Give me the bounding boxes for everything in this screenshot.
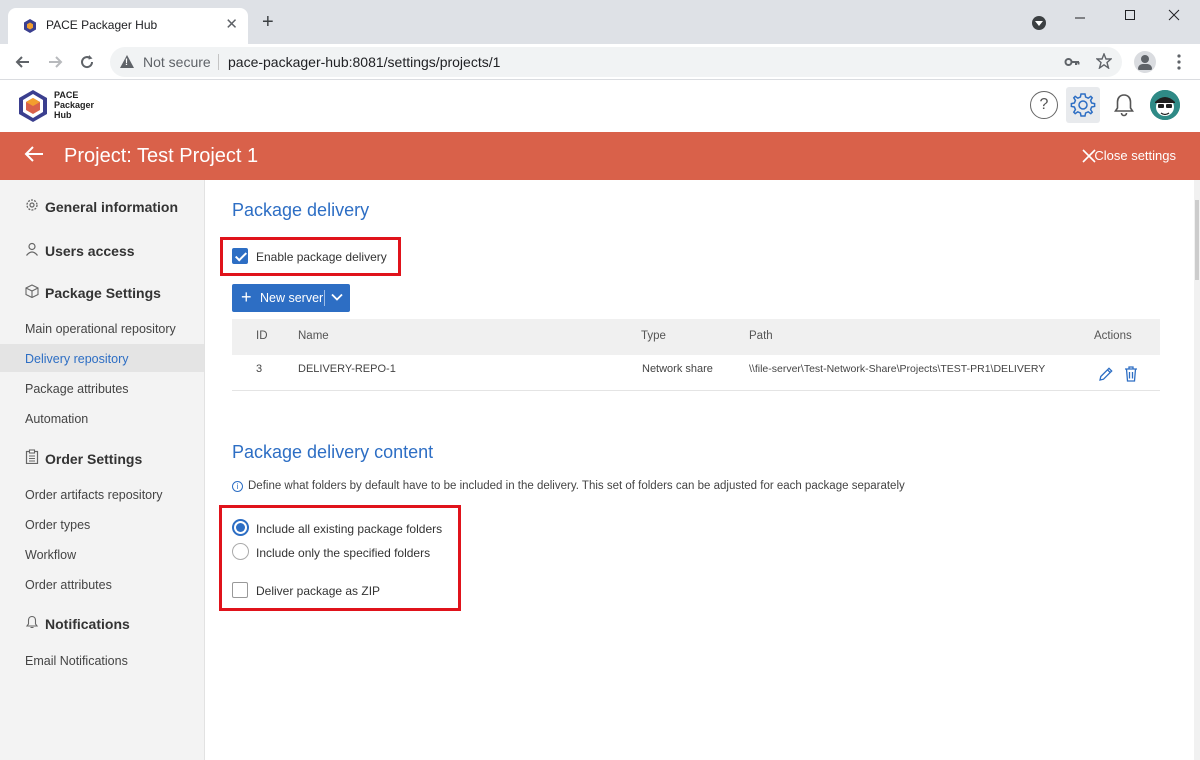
column-header-name[interactable]: Name (298, 330, 329, 342)
logo-line-1: PACE (54, 90, 79, 100)
sidebar-item-workflow[interactable]: Workflow (25, 548, 76, 562)
cell-name: DELIVERY-REPO-1 (298, 363, 396, 375)
url-divider (218, 54, 219, 70)
app-header: PACE Packager Hub ? (0, 81, 1200, 132)
bookmark-star-icon[interactable] (1096, 53, 1112, 69)
minimize-icon[interactable] (1074, 12, 1086, 24)
pace-logo-icon[interactable] (18, 89, 48, 123)
maximize-icon[interactable] (1124, 9, 1136, 21)
user-icon (26, 242, 38, 256)
browser-tab[interactable]: PACE Packager Hub ✕ (8, 8, 248, 44)
settings-button[interactable] (1066, 87, 1100, 123)
settings-sidebar: General information Users access Package… (0, 180, 205, 760)
back-nav-icon[interactable] (14, 53, 32, 71)
sidebar-item-order-types[interactable]: Order types (25, 518, 90, 532)
warning-icon (120, 55, 134, 68)
logo-text: PACE Packager Hub (54, 90, 94, 120)
servers-table-header: ID Name Type Path Actions (232, 319, 1160, 355)
logo-line-2: Packager (54, 100, 95, 110)
sidebar-section-notifications[interactable]: Notifications (24, 615, 130, 632)
sidebar-section-users-access[interactable]: Users access (24, 242, 135, 259)
sidebar-label: Order Settings (45, 451, 143, 467)
page-title: Project: Test Project 1 (64, 145, 259, 167)
project-bar: Project: Test Project 1 Close settings (0, 132, 1200, 180)
sidebar-item-main-operational-repository[interactable]: Main operational repository (25, 322, 176, 336)
user-avatar[interactable] (1150, 90, 1180, 120)
new-server-button[interactable]: + New server (232, 284, 350, 312)
delivery-content-info: i Define what folders by default have to … (232, 480, 905, 492)
sidebar-item-order-artifacts-repository[interactable]: Order artifacts repository (25, 488, 163, 502)
key-icon[interactable] (1064, 55, 1080, 69)
enable-package-delivery-checkbox[interactable] (232, 248, 248, 264)
sidebar-label: Package Settings (45, 285, 161, 301)
sidebar-item-automation[interactable]: Automation (25, 412, 88, 426)
info-icon: i (232, 481, 243, 492)
url-text[interactable]: pace-packager-hub:8081/settings/projects… (228, 54, 500, 70)
include-specified-folders-label[interactable]: Include only the specified folders (256, 546, 430, 560)
cell-id: 3 (256, 363, 263, 375)
back-arrow-icon[interactable] (22, 142, 46, 166)
address-bar[interactable]: Not secure pace-packager-hub:8081/settin… (110, 47, 1122, 77)
include-all-folders-label[interactable]: Include all existing package folders (256, 522, 442, 536)
tab-search-icon[interactable] (1032, 16, 1046, 30)
close-window-icon[interactable] (1168, 9, 1180, 21)
enable-package-delivery-label[interactable]: Enable package delivery (256, 250, 387, 264)
not-secure-label: Not secure (143, 54, 211, 70)
bell-icon[interactable] (1110, 91, 1138, 119)
sidebar-label: Users access (45, 243, 135, 259)
column-header-id[interactable]: ID (256, 330, 268, 342)
table-row[interactable]: 3 DELIVERY-REPO-1 Network share \\file-s… (232, 355, 1160, 391)
help-icon[interactable]: ? (1030, 91, 1058, 119)
sidebar-item-order-attributes[interactable]: Order attributes (25, 578, 112, 592)
radio-include-specified-folders[interactable] (232, 543, 249, 560)
tab-close-icon[interactable]: ✕ (225, 15, 238, 33)
package-delivery-title: Package delivery (232, 200, 370, 220)
page-scrollbar[interactable] (1194, 180, 1200, 760)
trash-icon[interactable] (1123, 365, 1139, 383)
gear-small-icon (26, 199, 38, 211)
reload-icon[interactable] (78, 53, 96, 71)
package-icon (25, 284, 39, 298)
deliver-as-zip-checkbox[interactable] (232, 582, 248, 598)
forward-nav-icon[interactable] (46, 53, 64, 71)
sidebar-label: General information (45, 199, 179, 215)
logo-line-3: Hub (54, 110, 72, 120)
cell-path: \\file-server\Test-Network-Share\Project… (749, 363, 1046, 375)
sidebar-item-email-notifications[interactable]: Email Notifications (25, 654, 128, 668)
browser-toolbar: Not secure pace-packager-hub:8081/settin… (0, 44, 1200, 80)
profile-icon[interactable] (1134, 51, 1156, 73)
split-divider (324, 290, 325, 306)
sidebar-item-package-attributes[interactable]: Package attributes (25, 382, 129, 396)
column-header-type[interactable]: Type (641, 330, 666, 342)
gear-icon (1070, 93, 1096, 117)
chevron-down-icon[interactable] (330, 290, 344, 304)
clipboard-icon (25, 449, 39, 464)
column-header-actions: Actions (1094, 330, 1132, 342)
tab-title: PACE Packager Hub (46, 18, 158, 32)
column-header-path[interactable]: Path (749, 330, 773, 342)
browser-tab-strip: PACE Packager Hub ✕ + (0, 0, 1200, 44)
radio-include-all-folders[interactable] (232, 519, 249, 536)
new-tab-button[interactable]: + (262, 12, 274, 32)
bell-small-icon (25, 615, 39, 629)
new-server-label: New server (260, 291, 324, 305)
sidebar-label: Notifications (45, 616, 130, 632)
edit-pencil-icon[interactable] (1097, 365, 1113, 383)
deliver-as-zip-label[interactable]: Deliver package as ZIP (256, 584, 380, 598)
sidebar-section-package-settings[interactable]: Package Settings (24, 284, 161, 301)
plus-icon: + (241, 287, 252, 307)
sidebar-section-general-information[interactable]: General information (24, 198, 178, 215)
avatar-face-icon (1150, 90, 1180, 120)
sidebar-item-delivery-repository[interactable]: Delivery repository (25, 352, 129, 366)
sidebar-section-order-settings[interactable]: Order Settings (24, 449, 142, 467)
pace-favicon-icon (24, 19, 36, 33)
close-settings-button[interactable]: Close settings (1094, 148, 1176, 163)
browser-menu-icon[interactable] (1176, 54, 1182, 70)
info-text: Define what folders by default have to b… (248, 480, 905, 492)
delivery-content-title: Package delivery content (232, 442, 434, 462)
cell-type: Network share (642, 363, 713, 375)
